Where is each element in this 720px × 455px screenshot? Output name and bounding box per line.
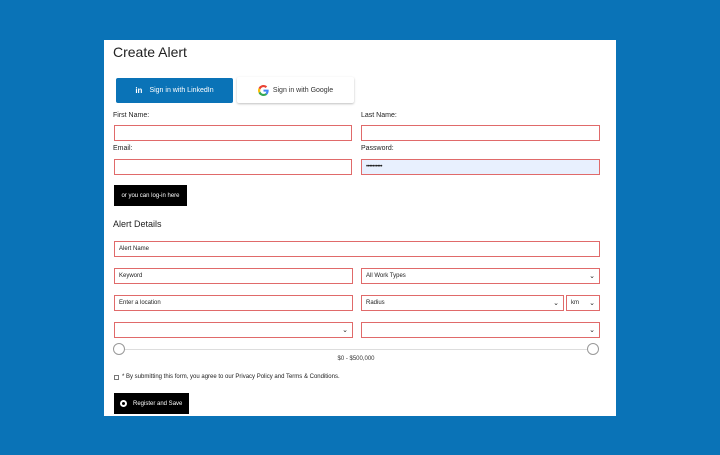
linkedin-signin-label: Sign in with LinkedIn <box>149 87 214 94</box>
password-label: Password: <box>361 145 394 152</box>
page-title: Create Alert <box>113 44 187 60</box>
salary-slider-track[interactable] <box>119 349 593 350</box>
register-save-button[interactable]: Register and Save <box>114 393 189 414</box>
radius-select[interactable]: Radius ⌄ <box>361 295 564 311</box>
google-icon <box>257 84 269 96</box>
first-name-label: First Name: <box>113 112 150 119</box>
radio-icon <box>120 400 127 407</box>
email-label: Email: <box>113 145 133 152</box>
google-signin-label: Sign in with Google <box>272 86 334 94</box>
chevron-down-icon: ⌄ <box>589 300 595 307</box>
location-input[interactable]: Enter a location <box>114 295 353 311</box>
unit-select[interactable]: km ⌄ <box>566 295 600 311</box>
first-name-input[interactable] <box>114 125 352 141</box>
register-save-label: Register and Save <box>133 400 183 407</box>
last-name-input[interactable] <box>361 125 600 141</box>
create-alert-card: Create Alert in Sign in with LinkedIn Si… <box>104 40 616 416</box>
salary-max-handle[interactable] <box>587 343 599 355</box>
chevron-down-icon: ⌄ <box>589 327 595 334</box>
linkedin-icon: in <box>135 86 143 95</box>
chevron-down-icon: ⌄ <box>589 273 595 280</box>
alert-name-input[interactable]: Alert Name <box>114 241 600 257</box>
work-type-select[interactable]: All Work Types ⌄ <box>361 268 600 284</box>
agree-row: * By submitting this form, you agree to … <box>114 374 340 380</box>
radius-value: Radius <box>366 300 385 306</box>
work-type-value: All Work Types <box>366 273 406 279</box>
unit-value: km <box>571 300 579 306</box>
linkedin-signin-button[interactable]: in Sign in with LinkedIn <box>116 78 233 103</box>
salary-range-label: $0 - $500,000 <box>337 356 375 362</box>
alert-details-heading: Alert Details <box>113 219 162 229</box>
chevron-down-icon: ⌄ <box>553 300 559 307</box>
keyword-input[interactable]: Keyword <box>114 268 353 284</box>
chevron-down-icon: ⌄ <box>342 327 348 334</box>
subcategory-select[interactable]: ⌄ <box>361 322 600 338</box>
password-input[interactable]: •••••••••• <box>361 159 600 175</box>
google-signin-button[interactable]: Sign in with Google <box>237 77 354 103</box>
category-select[interactable]: ⌄ <box>114 322 353 338</box>
salary-min-handle[interactable] <box>113 343 125 355</box>
agree-checkbox[interactable] <box>114 374 119 380</box>
email-input[interactable] <box>114 159 352 175</box>
agree-text: * By submitting this form, you agree to … <box>122 374 340 380</box>
login-button[interactable]: or you can log-in here <box>114 185 187 206</box>
last-name-label: Last Name: <box>361 112 397 119</box>
